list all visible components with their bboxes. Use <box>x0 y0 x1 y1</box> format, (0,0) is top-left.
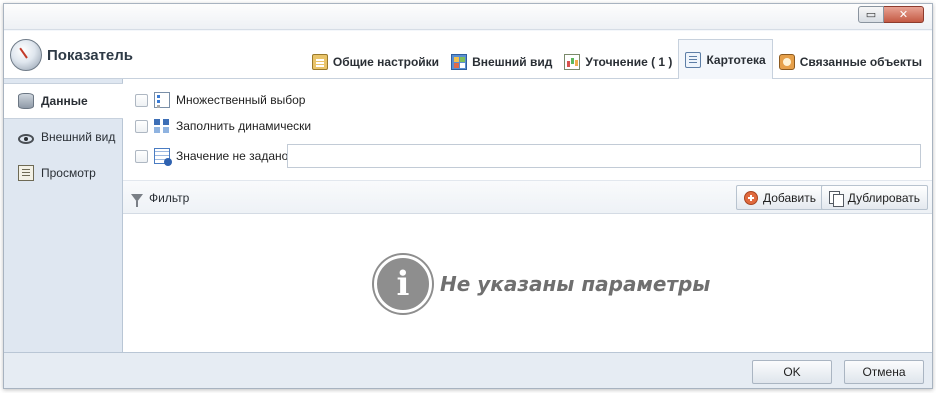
eye-icon <box>18 133 34 144</box>
dialog-footer: OK Отмена <box>4 352 932 388</box>
tab-label: Общие настройки <box>332 55 440 69</box>
preview-icon <box>18 165 34 181</box>
tab-appearance[interactable]: Внешний вид <box>445 45 558 79</box>
sidebar-item-label: Внешний вид <box>41 130 116 144</box>
tab-related-objects[interactable]: Связанные объекты <box>773 45 928 79</box>
info-icon: i <box>374 255 432 313</box>
add-button-label: Добавить <box>762 190 816 205</box>
sidebar-item-appearance[interactable]: Внешний вид <box>4 119 122 155</box>
duplicate-button[interactable]: Дублировать <box>820 185 928 210</box>
empty-state: i Не указаны параметры <box>374 255 710 313</box>
add-button[interactable]: Добавить <box>735 185 824 210</box>
fill-dynamic-checkbox[interactable] <box>135 119 148 133</box>
card-index-icon <box>685 52 702 68</box>
refine-icon <box>564 54 581 70</box>
tab-label: Уточнение ( 1 ) <box>585 55 673 69</box>
restore-icon: ▭ <box>865 9 877 21</box>
header: Показатель Общие настройки Внешний вид У… <box>4 31 932 80</box>
page-title: Показатель <box>47 47 134 64</box>
value-not-set-label: Значение не задано <box>176 149 289 163</box>
tab-card-index[interactable]: Картотека <box>678 39 773 80</box>
window-controls: ▭ ✕ <box>858 6 924 23</box>
restore-button[interactable]: ▭ <box>858 6 884 23</box>
tab-label: Картотека <box>706 53 766 67</box>
duplicate-icon <box>828 190 844 207</box>
ok-button[interactable]: OK <box>752 360 832 384</box>
close-icon: ✕ <box>898 9 909 21</box>
empty-state-message: Не указаны параметры <box>440 272 711 296</box>
fill-dynamic-option: Заполнить динамически <box>135 118 311 134</box>
appearance-icon <box>451 54 468 70</box>
table-icon <box>154 148 172 166</box>
dynamic-fill-icon <box>154 118 170 134</box>
duplicate-button-label: Дублировать <box>847 190 920 205</box>
filter-label: Фильтр <box>149 191 190 205</box>
gauge-icon <box>10 39 42 71</box>
multiple-select-label: Множественный выбор <box>176 93 306 107</box>
tab-refinement[interactable]: Уточнение ( 1 ) <box>558 45 678 79</box>
value-not-set-option: Значение не задано <box>135 148 289 166</box>
filter-toolbar: Фильтр Добавить Дублировать <box>123 181 932 214</box>
sidebar-item-label: Просмотр <box>41 166 96 180</box>
tab-bar: Общие настройки Внешний вид Уточнение ( … <box>306 38 928 80</box>
tab-label: Связанные объекты <box>799 55 922 69</box>
database-icon <box>18 93 34 109</box>
checklist-icon <box>154 92 170 108</box>
value-field[interactable] <box>287 144 921 168</box>
add-icon <box>743 190 758 205</box>
value-not-set-checkbox[interactable] <box>135 149 148 163</box>
related-objects-icon <box>778 54 795 70</box>
main-panel: Множественный выбор Заполнить динамическ… <box>123 79 932 352</box>
sidebar-item-label: Данные <box>41 94 88 108</box>
fill-dynamic-label: Заполнить динамически <box>176 119 312 133</box>
cancel-button[interactable]: Отмена <box>844 360 924 384</box>
tab-label: Внешний вид <box>472 55 553 69</box>
close-button[interactable]: ✕ <box>884 6 924 23</box>
settings-icon <box>311 54 328 70</box>
multiple-select-option: Множественный выбор <box>135 92 305 108</box>
sidebar-item-data[interactable]: Данные <box>4 83 123 119</box>
tab-general-settings[interactable]: Общие настройки <box>306 45 445 79</box>
filter-heading: Фильтр <box>131 191 190 207</box>
multiple-select-checkbox[interactable] <box>135 93 148 107</box>
filter-icon <box>131 194 143 207</box>
sidebar: Данные Внешний вид Просмотр <box>4 79 123 352</box>
title-bar: ▭ ✕ <box>4 4 932 30</box>
dialog-window: ▭ ✕ Показатель Общие настройки Внешний в… <box>3 3 933 389</box>
sidebar-item-preview[interactable]: Просмотр <box>4 155 122 191</box>
